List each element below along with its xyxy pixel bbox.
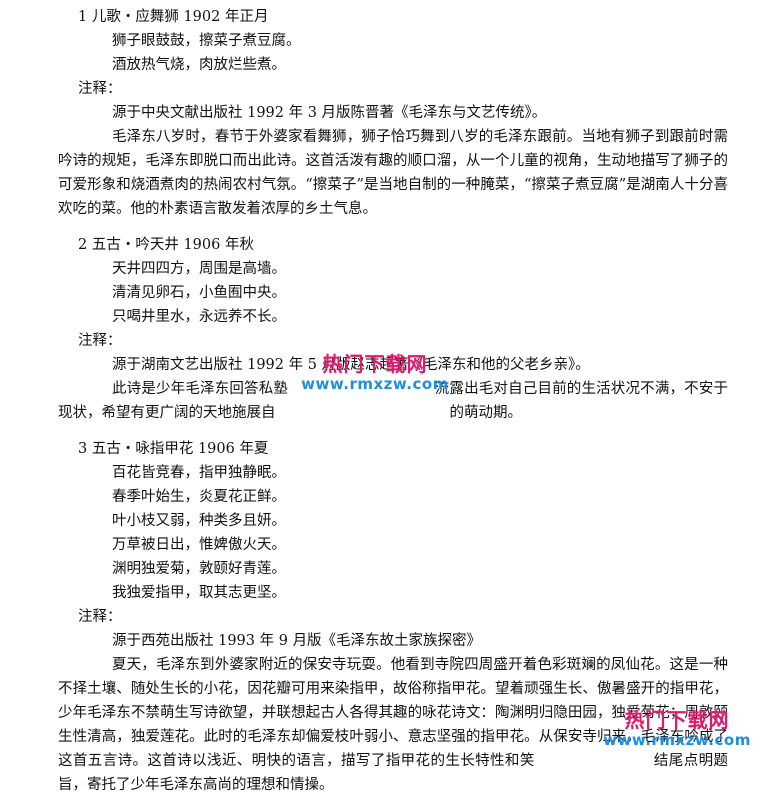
poem-1: 1 儿歌・应舞狮 1902 年正月 狮子眼鼓鼓，擦菜子煮豆腐。 酒放热气烧，肉放… [0, 5, 768, 221]
poem-line: 只喝井里水，永远养不长。 [112, 309, 286, 325]
source-citation: 源于中央文献出版社 1992 年 3 月版陈晋著《毛泽东与文艺传统》。 [112, 105, 547, 121]
poem-line: 我独爱指甲，取其志更坚。 [112, 585, 286, 601]
poem-heading: 3 五古・咏指甲花 1906 年夏 [78, 441, 269, 457]
poem-line: 叶小枝又弱，种类多且妍。 [112, 513, 286, 529]
poem-line: 万草被日出，惟婢傲火天。 [112, 537, 286, 553]
poem-line: 渊明独爱菊，敦颐好青莲。 [112, 561, 286, 577]
note-label: 注释： [78, 81, 122, 97]
poem-line: 清清见卵石，小鱼囿中央。 [112, 285, 286, 301]
document-page: 1 儿歌・应舞狮 1902 年正月 狮子眼鼓鼓，擦菜子煮豆腐。 酒放热气烧，肉放… [0, 0, 768, 793]
watermark: 热门下载网 www.rmxzw.com [602, 708, 752, 752]
note-label: 注释： [78, 609, 122, 625]
poem-heading: 1 儿歌・应舞狮 1902 年正月 [78, 9, 269, 25]
poem-line: 天井四四方，周围是高墙。 [112, 261, 286, 277]
note-label: 注释： [78, 333, 122, 349]
watermark-url: www.rmxzw.com [301, 375, 449, 393]
poem-heading: 2 五古・吟天井 1906 年秋 [78, 237, 254, 253]
poem-line: 春季叶始生，炎夏花正鲜。 [112, 489, 286, 505]
poem-line: 百花皆竞春，指甲独静眠。 [112, 465, 286, 481]
watermark-url: www.rmxzw.com [603, 731, 751, 749]
commentary-paragraph: 毛泽东八岁时，春节于外婆家看舞狮，狮子恰巧舞到八岁的毛泽东跟前。当地有狮子到跟前… [58, 129, 728, 217]
source-citation: 源于西苑出版社 1993 年 9 月版《毛泽东故土家族探密》 [112, 633, 482, 649]
poem-line: 酒放热气烧，肉放烂些煮。 [112, 57, 286, 73]
poem-line: 狮子眼鼓鼓，擦菜子煮豆腐。 [112, 33, 301, 49]
poem-2: 2 五古・吟天井 1906 年秋 天井四四方，周围是高墙。 清清见卵石，小鱼囿中… [0, 233, 768, 425]
watermark: 热门下载网 www.rmxzw.com [300, 352, 450, 396]
